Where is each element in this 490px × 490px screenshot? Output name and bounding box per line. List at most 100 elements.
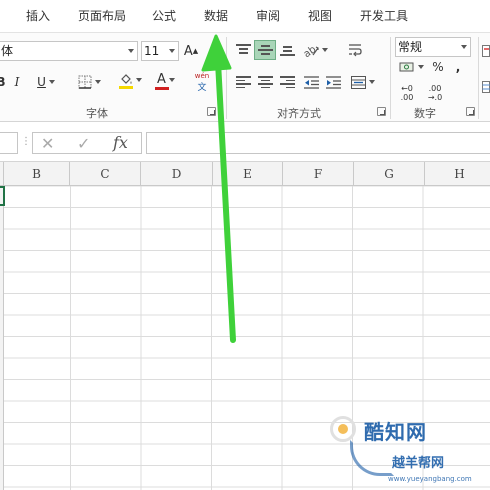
orientation-button[interactable]: ab <box>302 40 328 60</box>
percent-style-button[interactable]: % <box>430 57 446 77</box>
formula-input[interactable] <box>146 132 490 154</box>
vertical-ellipsis-icon[interactable]: ⋮ <box>21 136 31 147</box>
column-header-d[interactable]: D <box>141 162 213 186</box>
italic-icon: I <box>14 75 20 89</box>
text-orientation-icon: ab <box>303 44 319 57</box>
currency-icon <box>399 62 413 72</box>
bold-icon: B <box>0 75 6 89</box>
tab-developer[interactable]: 开发工具 <box>360 7 408 24</box>
enter-icon[interactable]: ✓ <box>77 134 90 153</box>
number-format-value: 常规 <box>398 40 423 54</box>
grow-font-button[interactable]: A ▲ <box>184 41 198 61</box>
tab-data[interactable]: 数据 <box>204 7 228 24</box>
comma-style-button[interactable]: , <box>452 57 464 77</box>
wrap-text-icon <box>349 44 362 57</box>
format-table-icon <box>482 81 490 93</box>
group-divider <box>390 37 391 119</box>
increase-decimal-icon-bottom: .00 <box>400 93 414 102</box>
percent-icon: % <box>432 60 444 74</box>
tab-review[interactable]: 审阅 <box>256 7 280 24</box>
merge-cells-icon <box>351 75 366 89</box>
decrease-decimal-icon-top: .00 <box>428 84 442 93</box>
fill-color-button[interactable] <box>114 71 146 91</box>
font-size-value: 11 <box>144 44 160 58</box>
merge-center-button[interactable] <box>350 72 376 92</box>
fill-color-swatch <box>119 86 133 89</box>
align-middle-button[interactable] <box>254 40 276 60</box>
shrink-font-icon: A <box>207 47 215 59</box>
bold-button[interactable]: B <box>0 72 6 92</box>
chevron-down-icon <box>48 80 55 84</box>
align-top-icon <box>235 44 251 56</box>
ribbon: 体 11 A ▲ A B I U A wén 文 字体 ab 对齐方式 常规 %… <box>0 32 490 122</box>
number-dialog-launcher-icon[interactable] <box>466 107 475 116</box>
align-top-button[interactable] <box>234 40 252 60</box>
ribbon-tab-bar: 插入 页面布局 公式 数据 审阅 视图 开发工具 <box>0 0 490 32</box>
align-center-icon <box>257 76 273 88</box>
font-color-icon: A <box>157 72 166 87</box>
font-dialog-launcher-icon[interactable] <box>207 107 216 116</box>
format-table-button-partial[interactable] <box>482 77 490 97</box>
align-bottom-icon <box>279 44 295 56</box>
underline-button[interactable]: U <box>32 72 60 92</box>
watermark-url: www.yueyangbang.com <box>388 475 472 483</box>
align-right-icon <box>279 76 295 88</box>
align-center-button[interactable] <box>256 72 274 92</box>
phonetic-top: wén <box>194 71 210 80</box>
chevron-down-icon <box>417 65 424 69</box>
chevron-down-icon <box>135 77 142 82</box>
chevron-down-icon <box>369 80 375 84</box>
chevron-down-icon <box>168 77 175 82</box>
tab-view[interactable]: 视图 <box>308 7 332 24</box>
font-color-button[interactable]: A <box>150 71 182 91</box>
comma-icon: , <box>455 60 461 74</box>
column-headers: B C D E F G H <box>0 162 490 186</box>
decrease-decimal-button[interactable]: .00 →.0 <box>424 81 446 105</box>
number-format-combo[interactable]: 常规 <box>395 37 471 57</box>
conditional-format-button-partial[interactable] <box>482 41 490 61</box>
wrap-text-button[interactable] <box>346 40 364 60</box>
cancel-icon[interactable]: ✕ <box>41 134 54 153</box>
watermark-logo-dot <box>338 424 348 434</box>
increase-indent-icon <box>325 75 341 89</box>
decrease-decimal-icon-bottom: →.0 <box>427 93 443 102</box>
insert-function-icon[interactable]: fx <box>113 133 128 152</box>
column-header-f[interactable]: F <box>283 162 354 186</box>
accounting-format-button[interactable] <box>396 57 426 77</box>
decrease-indent-button[interactable] <box>302 72 320 92</box>
column-header-g[interactable]: G <box>354 162 425 186</box>
decrease-indent-icon <box>303 75 319 89</box>
borders-icon <box>78 75 91 89</box>
formula-bar: ⋮ ✕ ✓ fx <box>0 122 490 162</box>
increase-decimal-button[interactable]: ←0 .00 <box>396 81 418 105</box>
shrink-font-button[interactable]: A <box>205 43 217 63</box>
font-name-combo[interactable]: 体 <box>0 41 138 61</box>
phonetic-guide-button[interactable]: wén 文 <box>192 69 212 95</box>
increase-indent-button[interactable] <box>324 72 342 92</box>
column-header-h[interactable]: H <box>425 162 490 186</box>
font-size-combo[interactable]: 11 <box>141 41 179 61</box>
align-bottom-button[interactable] <box>278 40 296 60</box>
font-color-swatch <box>155 87 169 90</box>
chevron-down-icon <box>128 49 134 53</box>
grow-font-icon: A <box>183 43 193 59</box>
name-box[interactable] <box>0 132 18 154</box>
italic-button[interactable]: I <box>10 72 24 92</box>
watermark-title: 酷知网 <box>364 420 427 444</box>
tab-formulas[interactable]: 公式 <box>152 7 176 24</box>
column-header-b[interactable]: B <box>4 162 70 186</box>
borders-button[interactable] <box>74 72 104 92</box>
alignment-group-label: 对齐方式 <box>277 107 321 120</box>
font-name-value: 体 <box>1 44 14 58</box>
align-left-button[interactable] <box>234 72 252 92</box>
chevron-down-icon <box>461 45 467 49</box>
align-right-button[interactable] <box>278 72 296 92</box>
tab-page-layout[interactable]: 页面布局 <box>78 7 126 24</box>
align-left-icon <box>235 76 251 88</box>
chevron-down-icon <box>94 80 101 84</box>
column-header-c[interactable]: C <box>70 162 141 186</box>
group-divider <box>478 37 479 119</box>
alignment-dialog-launcher-icon[interactable] <box>377 107 386 116</box>
tab-insert[interactable]: 插入 <box>26 7 50 24</box>
column-header-e[interactable]: E <box>213 162 283 186</box>
